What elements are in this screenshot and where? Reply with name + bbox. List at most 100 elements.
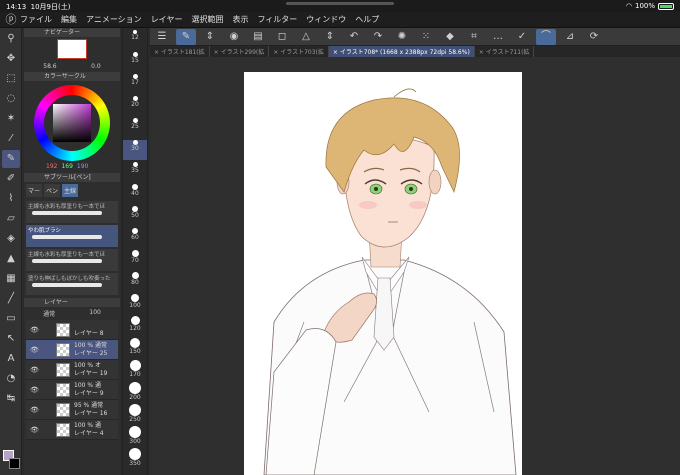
menu-item[interactable]: レイヤー xyxy=(151,14,183,25)
subtool-tab-main[interactable]: 主線 xyxy=(62,184,79,197)
figure-icon[interactable]: ╱ xyxy=(2,290,20,308)
refresh-icon[interactable]: ⟳ xyxy=(584,29,604,45)
brush-size-item[interactable]: 120 xyxy=(123,316,147,336)
redo-icon[interactable]: ↷ xyxy=(368,29,388,45)
more-icon[interactable]: … xyxy=(488,29,508,45)
document-tab[interactable]: × イラスト181(拡 xyxy=(150,46,210,57)
brush-size-item[interactable]: 350 xyxy=(123,448,147,468)
navigator-thumbnail[interactable] xyxy=(57,39,87,59)
brush-size-item[interactable]: 17 xyxy=(123,74,147,94)
canvas-area[interactable] xyxy=(150,57,680,475)
eraser-cmd-icon[interactable]: ◻ xyxy=(272,29,292,45)
check-icon[interactable]: ✓ xyxy=(512,29,532,45)
layer-row[interactable]: 👁 100 % 通レイヤー 9 xyxy=(26,380,118,400)
dots-icon[interactable]: ⁙ xyxy=(416,29,436,45)
layer-row[interactable]: 👁 レイヤー 8 xyxy=(26,320,118,340)
menu-item[interactable]: 選択範囲 xyxy=(191,14,223,25)
eye-icon[interactable]: 👁 xyxy=(30,326,39,334)
brush-size-item[interactable]: 80 xyxy=(123,272,147,292)
menu-item[interactable]: ファイル xyxy=(20,14,52,25)
fill-icon[interactable]: ▲ xyxy=(2,250,20,268)
crop-icon[interactable]: ⌗ xyxy=(464,29,484,45)
brush-size-item[interactable]: 35 xyxy=(123,162,147,182)
eye-icon[interactable]: 👁 xyxy=(30,426,39,434)
fill-cmd-icon[interactable]: ◆ xyxy=(440,29,460,45)
navigator-zoom[interactable]: 58.6 xyxy=(43,63,56,70)
curve-icon[interactable]: ⌒ xyxy=(536,28,556,45)
text-icon[interactable]: A xyxy=(2,350,20,368)
zoom-icon[interactable]: ⚲ xyxy=(2,30,20,48)
brush-size-item[interactable]: 20 xyxy=(123,96,147,116)
layer-row[interactable]: 👁 100 % オレイヤー 19 xyxy=(26,360,118,380)
layer-row[interactable]: 👁 100 % 通常 レイヤー 25 xyxy=(26,340,118,360)
brush-item[interactable]: 主線も水彩も厚塗りも一本でほ xyxy=(26,201,118,223)
sub-color-swatch[interactable] xyxy=(9,458,20,469)
color-wheel[interactable] xyxy=(34,85,110,161)
move-icon[interactable]: ✥ xyxy=(2,50,20,68)
select-icon[interactable]: ⬚ xyxy=(2,70,20,88)
artwork-canvas[interactable] xyxy=(244,72,522,475)
layer-row[interactable]: 👁 95 % 通常 レイヤー 16 xyxy=(26,400,118,420)
eye-icon[interactable]: 👁 xyxy=(30,386,39,394)
brush-size-item[interactable]: 70 xyxy=(123,250,147,270)
color-square[interactable] xyxy=(53,104,91,142)
multitask-grabber[interactable] xyxy=(286,2,394,5)
balloon-icon[interactable]: ◔ xyxy=(2,370,20,388)
brush-item[interactable]: 塗りも伸ばしもぼかしも吹奏った xyxy=(26,273,118,295)
blend-icon[interactable]: ◈ xyxy=(2,230,20,248)
subtool-tab-marker[interactable]: マー xyxy=(26,184,43,197)
brush-size-item[interactable]: 60 xyxy=(123,228,147,248)
blend-mode-select[interactable]: 通常 xyxy=(43,309,55,318)
document-tab[interactable]: × イラスト708* (1668 x 2388px 72dpi 58.6%) xyxy=(328,46,475,57)
brush-icon[interactable]: ⌇ xyxy=(2,190,20,208)
adjust-icon[interactable]: ⇕ xyxy=(320,29,340,45)
brush-size-item[interactable]: 30 xyxy=(123,140,147,160)
tab-close-icon[interactable]: × xyxy=(154,49,161,56)
eyedropper-icon[interactable]: ⁄ xyxy=(2,130,20,148)
triangle-icon[interactable]: △ xyxy=(296,29,316,45)
lasso-icon[interactable]: ◌ xyxy=(2,90,20,108)
menu-item[interactable]: ヘルプ xyxy=(355,14,379,25)
document-tab[interactable]: × イラスト299(拡 xyxy=(210,46,270,57)
menu-item[interactable]: 表示 xyxy=(232,14,248,25)
undo-icon[interactable]: ↶ xyxy=(344,29,364,45)
menu-item[interactable]: フィルター xyxy=(257,14,297,25)
sun-icon[interactable]: ✺ xyxy=(392,29,412,45)
tab-close-icon[interactable]: × xyxy=(479,49,486,56)
tab-close-icon[interactable]: × xyxy=(214,49,221,56)
pen-icon[interactable]: ✎ xyxy=(2,150,20,168)
subtool-tab-pen[interactable]: ペン xyxy=(44,184,61,197)
brush-size-item[interactable]: 250 xyxy=(123,404,147,424)
eye-icon[interactable]: 👁 xyxy=(30,346,39,354)
menu-item[interactable]: 編集 xyxy=(61,14,77,25)
menu-icon[interactable]: ☰ xyxy=(152,29,172,45)
layer-icon[interactable]: ▤ xyxy=(248,29,268,45)
menu-item[interactable]: アニメーション xyxy=(86,14,142,25)
menu-item[interactable]: ウィンドウ xyxy=(306,14,346,25)
layer-opacity[interactable]: 100 xyxy=(89,309,100,318)
brush-size-item[interactable]: 25 xyxy=(123,118,147,138)
brush-size-item[interactable]: 15 xyxy=(123,52,147,72)
brush-size-item[interactable]: 100 xyxy=(123,294,147,314)
ruler-cmd-icon[interactable]: ⊿ xyxy=(560,29,580,45)
layer-row[interactable]: 👁 100 % 通レイヤー 4 xyxy=(26,420,118,440)
brush-size-item[interactable]: 170 xyxy=(123,360,147,380)
brush-size-item[interactable]: 40 xyxy=(123,184,147,204)
gradient-icon[interactable]: ▦ xyxy=(2,270,20,288)
brush-item-selected[interactable]: やわ肌ブラシ xyxy=(26,225,118,247)
brush-size-item[interactable]: 12 xyxy=(123,30,147,50)
document-tab[interactable]: × イラスト711(拡 xyxy=(475,46,535,57)
tab-close-icon[interactable]: × xyxy=(333,49,340,56)
brush-size-item[interactable]: 50 xyxy=(123,206,147,226)
view-icon[interactable]: ◉ xyxy=(224,29,244,45)
brush-size-item[interactable]: 150 xyxy=(123,338,147,358)
frame-icon[interactable]: ▭ xyxy=(2,310,20,328)
brush-size-item[interactable]: 200 xyxy=(123,382,147,402)
pen-tool-icon[interactable]: ✎ xyxy=(176,28,196,45)
ruler-icon[interactable]: ↹ xyxy=(2,390,20,408)
operation-icon[interactable]: ↖ xyxy=(2,330,20,348)
navigator-angle[interactable]: 0.0 xyxy=(91,63,101,70)
stepper-icon[interactable]: ⇕ xyxy=(200,29,220,45)
wand-icon[interactable]: ✶ xyxy=(2,110,20,128)
eye-icon[interactable]: 👁 xyxy=(30,406,39,414)
